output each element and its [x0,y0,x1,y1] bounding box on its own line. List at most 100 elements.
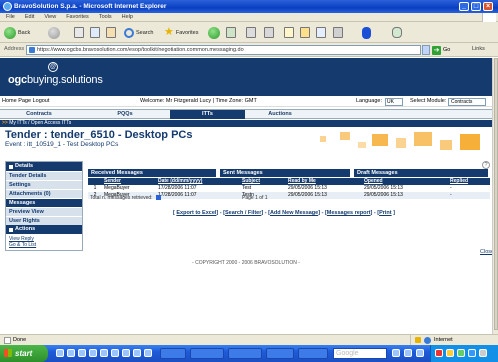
taskbar-item[interactable] [160,348,186,359]
col-replied[interactable]: Replied [448,178,490,185]
menu-edit[interactable]: Edit [25,13,34,21]
menu-item-user-rights[interactable]: User Rights [6,216,82,225]
menu-item-attachments[interactable]: Attachments (0) [6,189,82,198]
scrollbar-thumb[interactable] [494,58,498,330]
tray-icon[interactable] [468,349,476,357]
col-date[interactable]: Date (dd/mm/yyyy) [156,178,240,185]
maximize-button[interactable]: □ [471,2,481,11]
add-new-message-link[interactable]: Add New Message [270,210,318,216]
edit-button[interactable] [284,26,294,39]
taskbar-item[interactable] [228,348,262,359]
quicklaunch-app-icon[interactable] [144,349,152,357]
back-button[interactable]: Back [4,26,30,39]
mail-button[interactable] [246,26,256,39]
col-read-by-me[interactable]: Read by Me [286,178,362,185]
col-opened[interactable]: Opened [362,178,448,185]
menu-item-tender-details[interactable]: Tender Details [6,171,82,180]
history-button[interactable] [226,26,236,39]
quicklaunch-folder-icon[interactable] [89,349,97,357]
forward-button[interactable] [48,26,60,39]
cell-opened: 29/05/2006 15:13 [362,185,448,192]
messages-report-link[interactable]: Messages report [327,210,371,216]
cell-date: 17/28/2006 11:07 [156,192,240,199]
menu-view[interactable]: View [44,13,56,21]
menu-item-preview-view[interactable]: Preview View [6,207,82,216]
tab-itts[interactable]: ITTs [170,110,245,119]
quicklaunch-app-icon[interactable] [122,349,130,357]
google-search-box[interactable]: Google [333,348,387,359]
tab-contracts[interactable]: Contracts [14,110,64,119]
breadcrumb-path[interactable]: My ITTs / Open Access ITTs [9,120,71,126]
address-input[interactable]: https://www.ogcbs.bravosolution.com/esop… [26,45,421,55]
menu-help[interactable]: Help [122,13,133,21]
tab-sent-messages[interactable]: Sent Messages [220,169,352,177]
table-row[interactable]: 1 MegaBuyer 17/28/2006 11:07 Test 29/05/… [88,185,490,192]
col-subject[interactable]: Subject [240,178,286,185]
taskbar-item[interactable] [266,348,294,359]
message-tabs: Received Messages Sent Messages Draft Me… [88,169,490,177]
back-arrow-icon [4,26,16,39]
tray-icon[interactable] [479,349,487,357]
quicklaunch-app-icon[interactable] [111,349,119,357]
extension-button[interactable] [392,26,402,39]
research-button[interactable] [333,26,343,39]
search-filter-link[interactable]: Search / Filter [225,210,261,216]
help-icon[interactable]: ? [482,161,490,169]
home-logout-links[interactable]: Home Page Logout [2,96,49,107]
cell-subject[interactable]: Test [240,185,286,192]
media-button[interactable] [208,26,220,39]
toolbar-icon[interactable] [416,349,424,357]
taskbar-item[interactable] [190,348,224,359]
refresh-count-icon[interactable] [155,195,161,201]
minimize-button[interactable]: _ [459,2,469,11]
favorites-button[interactable]: ★ Favorites [164,26,199,39]
bluetooth-button[interactable] [362,26,371,39]
discuss-button[interactable] [300,26,310,39]
col-sender[interactable]: Sender [102,178,156,185]
tab-received-messages[interactable]: Received Messages [88,169,218,177]
search-go-icon[interactable] [392,349,400,357]
breadcrumb: >> My ITTs / Open Access ITTs [0,120,492,127]
quicklaunch-desktop-icon[interactable] [67,349,75,357]
print-link[interactable]: Print [379,210,392,216]
links-button[interactable]: Links [472,46,485,52]
export-to-excel-link[interactable]: Export to Excel [176,210,216,216]
lock-icon [415,337,421,343]
refresh-button[interactable] [90,26,100,39]
stop-button[interactable] [74,26,84,39]
messenger-button[interactable] [316,26,326,39]
language-select[interactable]: UK [385,98,403,106]
action-go-to-list[interactable]: Go & To List [9,242,79,248]
taskbar-item[interactable] [298,348,328,359]
close-button[interactable]: × [483,2,493,11]
tab-auctions[interactable]: Auctions [255,110,305,119]
module-select[interactable]: Contracts [448,98,486,106]
vertical-scrollbar[interactable] [492,58,498,334]
quicklaunch-ie-icon[interactable] [56,349,64,357]
media-icon [208,26,220,39]
tray-icon[interactable] [457,349,465,357]
separator: ] - [ [261,210,270,216]
site-logo[interactable]: ogcbuying.solutions [8,74,103,86]
print-button[interactable] [264,26,274,39]
tab-pqqs[interactable]: PQQs [100,110,150,119]
go-button[interactable]: ➔ Go [432,45,450,55]
search-button[interactable]: Search [124,26,153,39]
quicklaunch-mail-icon[interactable] [78,349,86,357]
quicklaunch-media-icon[interactable] [100,349,108,357]
tab-draft-messages[interactable]: Draft Messages [354,169,490,177]
menu-favorites[interactable]: Favorites [66,13,89,21]
tray-icon[interactable] [446,349,454,357]
menu-file[interactable]: File [6,13,15,21]
menu-item-settings[interactable]: Settings [6,180,82,189]
home-button[interactable] [106,26,116,39]
address-dropdown-icon[interactable] [422,45,430,55]
menu-item-messages[interactable]: Messages [6,198,82,207]
toolbar-icon[interactable] [404,349,412,357]
language-label: Language: [356,98,382,104]
quicklaunch-app-icon[interactable] [133,349,141,357]
tray-icon[interactable] [435,349,443,357]
menu-tools[interactable]: Tools [99,13,112,21]
start-button[interactable]: start [0,345,48,362]
breadcrumb-arrow: >> [2,120,8,126]
